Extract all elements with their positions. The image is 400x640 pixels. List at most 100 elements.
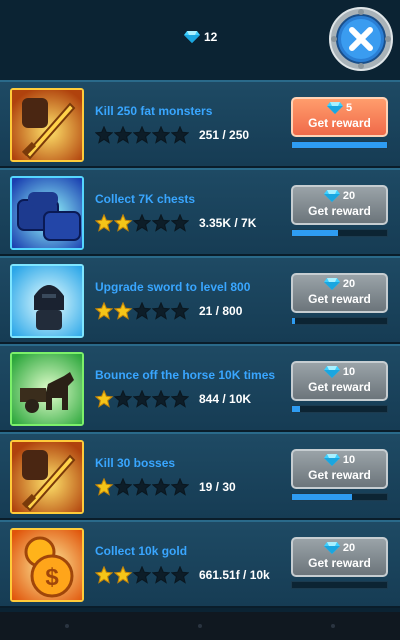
quest-row: Upgrade sword to level 800 21 / 800 20 Get … bbox=[0, 256, 400, 344]
horse-cart-icon bbox=[10, 352, 84, 426]
star-empty-icon bbox=[171, 478, 189, 496]
star-empty-icon bbox=[152, 126, 170, 144]
quest-progress-fill bbox=[292, 494, 352, 500]
reward-value: 10 bbox=[342, 454, 356, 466]
star-empty-icon bbox=[171, 214, 189, 232]
star-filled-icon bbox=[114, 214, 132, 232]
quest-row: $ Collect 10k gold 661.51f / 10k 20 Get rewa… bbox=[0, 520, 400, 608]
star-empty-icon bbox=[152, 302, 170, 320]
quest-row: Collect 7K chests 3.35K / 7K 20 Get reward bbox=[0, 168, 400, 256]
reward-value: 10 bbox=[342, 366, 356, 378]
star-empty-icon bbox=[114, 478, 132, 496]
quest-row: Kill 30 bosses 19 / 30 10 Get reward bbox=[0, 432, 400, 520]
reward-amount: 5 bbox=[293, 102, 386, 114]
quest-progress-fill bbox=[292, 406, 300, 412]
quest-progress: 844 / 10K bbox=[199, 392, 252, 406]
quest-progress: 661.51f / 10k bbox=[199, 568, 270, 582]
star-empty-icon bbox=[171, 566, 189, 584]
get-reward-label: Get reward bbox=[308, 292, 371, 306]
quest-stars bbox=[95, 302, 189, 320]
quest-progress-fill bbox=[292, 230, 338, 236]
nav-recent-icon[interactable] bbox=[331, 624, 336, 628]
star-filled-icon bbox=[95, 390, 113, 408]
quest-row: Bounce off the horse 10K times 844 / 10K 1… bbox=[0, 344, 400, 432]
quest-stars bbox=[95, 566, 189, 584]
star-empty-icon bbox=[152, 566, 170, 584]
quest-progress: 3.35K / 7K bbox=[199, 216, 257, 230]
quest-title: Bounce off the horse 10K times bbox=[95, 368, 276, 382]
star-empty-icon bbox=[171, 126, 189, 144]
star-empty-icon bbox=[152, 390, 170, 408]
reward-amount: 10 bbox=[293, 366, 386, 378]
star-filled-icon bbox=[95, 478, 113, 496]
star-empty-icon bbox=[152, 214, 170, 232]
quest-list: Kill 250 fat monsters 251 / 250 5 Get rewar… bbox=[0, 80, 400, 608]
diamond-icon bbox=[326, 102, 343, 114]
star-empty-icon bbox=[133, 390, 151, 408]
get-reward-label: Get reward bbox=[308, 116, 371, 130]
quest-stars bbox=[95, 126, 189, 144]
get-reward-label: Get reward bbox=[308, 556, 371, 570]
star-empty-icon bbox=[114, 390, 132, 408]
reward-value: 20 bbox=[342, 278, 356, 290]
quest-title: Collect 7K chests bbox=[95, 192, 196, 206]
star-empty-icon bbox=[133, 126, 151, 144]
reward-value: 20 bbox=[342, 190, 356, 202]
quest-row: Kill 250 fat monsters 251 / 250 5 Get rewar… bbox=[0, 80, 400, 168]
quest-title: Kill 250 fat monsters bbox=[95, 104, 213, 118]
system-nav-bar bbox=[0, 612, 400, 640]
star-filled-icon bbox=[95, 566, 113, 584]
reward-amount: 20 bbox=[293, 278, 386, 290]
quest-progress-bar bbox=[291, 581, 388, 589]
get-reward-button[interactable]: 10 Get reward bbox=[291, 449, 388, 489]
nav-home-icon[interactable] bbox=[197, 624, 202, 628]
star-empty-icon bbox=[171, 390, 189, 408]
reward-amount: 20 bbox=[293, 542, 386, 554]
quest-title: Collect 10k gold bbox=[95, 544, 188, 558]
quest-progress-fill bbox=[292, 318, 295, 324]
get-reward-label: Get reward bbox=[308, 468, 371, 482]
star-filled-icon bbox=[95, 302, 113, 320]
star-filled-icon bbox=[114, 302, 132, 320]
knight-icon bbox=[10, 264, 84, 338]
quest-progress-bar bbox=[291, 141, 388, 149]
quest-title: Upgrade sword to level 800 bbox=[95, 280, 251, 294]
star-empty-icon bbox=[133, 478, 151, 496]
get-reward-label: Get reward bbox=[308, 204, 371, 218]
diamond-icon bbox=[323, 542, 340, 554]
star-empty-icon bbox=[171, 302, 189, 320]
get-reward-button[interactable]: 20 Get reward bbox=[291, 537, 388, 577]
star-filled-icon bbox=[95, 214, 113, 232]
quest-progress-fill bbox=[292, 142, 387, 148]
get-reward-button[interactable]: 10 Get reward bbox=[291, 361, 388, 401]
quest-progress-bar bbox=[291, 317, 388, 325]
quest-progress-bar bbox=[291, 405, 388, 413]
gem-count: 12 bbox=[204, 30, 218, 44]
get-reward-label: Get reward bbox=[308, 380, 371, 394]
quest-title: Kill 30 bosses bbox=[95, 456, 176, 470]
get-reward-button[interactable]: 5 Get reward bbox=[291, 97, 388, 137]
quest-progress: 21 / 800 bbox=[199, 304, 243, 318]
get-reward-button[interactable]: 20 Get reward bbox=[291, 185, 388, 225]
star-filled-icon bbox=[114, 566, 132, 584]
star-empty-icon bbox=[133, 302, 151, 320]
reward-value: 20 bbox=[342, 542, 356, 554]
reward-value: 5 bbox=[345, 102, 353, 114]
svg-text:$: $ bbox=[45, 564, 59, 591]
star-empty-icon bbox=[133, 214, 151, 232]
close-button[interactable] bbox=[328, 6, 394, 72]
star-empty-icon bbox=[95, 126, 113, 144]
quest-progress-bar bbox=[291, 229, 388, 237]
quest-stars bbox=[95, 390, 189, 408]
quest-progress: 251 / 250 bbox=[199, 128, 250, 142]
quest-progress: 19 / 30 bbox=[199, 480, 236, 494]
diamond-icon bbox=[323, 366, 340, 378]
star-empty-icon bbox=[152, 478, 170, 496]
star-empty-icon bbox=[114, 126, 132, 144]
reward-amount: 20 bbox=[293, 190, 386, 202]
sword-icon bbox=[10, 88, 84, 162]
diamond-icon bbox=[323, 278, 340, 290]
nav-back-icon[interactable] bbox=[64, 624, 69, 628]
sword-icon bbox=[10, 440, 84, 514]
get-reward-button[interactable]: 20 Get reward bbox=[291, 273, 388, 313]
